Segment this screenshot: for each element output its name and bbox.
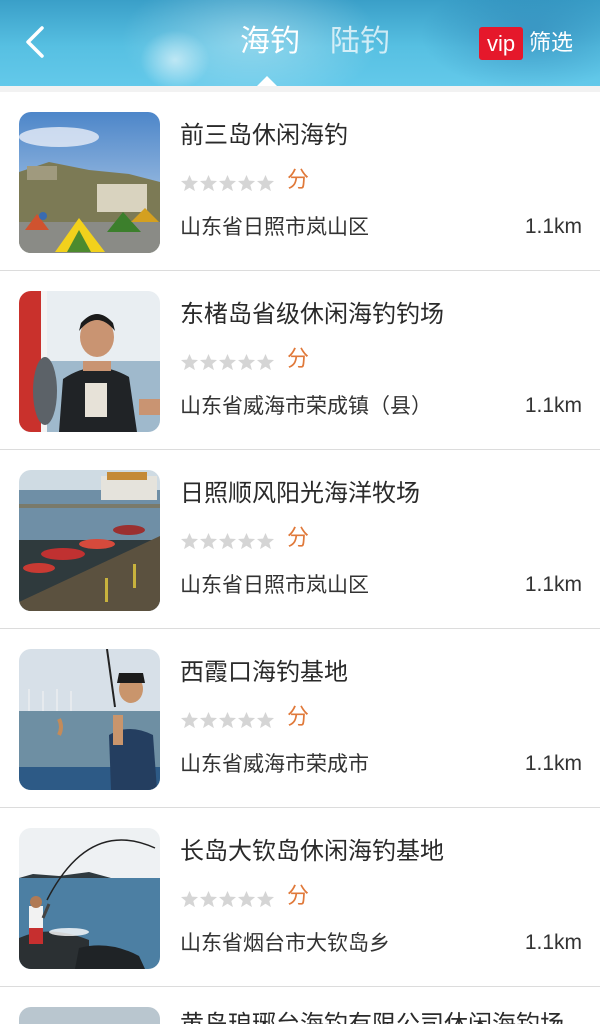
spot-address: 山东省日照市岚山区 — [180, 215, 369, 239]
filter-button[interactable]: 筛选 — [529, 27, 573, 60]
spot-distance: 1.1km — [524, 215, 582, 238]
star-icon — [218, 353, 237, 370]
star-icon — [180, 711, 199, 728]
spot-address: 山东省威海市荣成市 — [180, 752, 369, 776]
star-icon — [218, 711, 237, 728]
header-background-glow — [140, 30, 210, 86]
rating-stars — [180, 351, 275, 373]
star-icon — [199, 532, 218, 549]
list-item[interactable]: 前三岛休闲海钓 分 山东省日照市岚山区 1.1km — [0, 92, 600, 271]
score-label: 分 — [287, 347, 310, 372]
rating-stars — [180, 888, 275, 910]
star-icon — [218, 174, 237, 191]
fishing-spot-list[interactable]: 前三岛休闲海钓 分 山东省日照市岚山区 1.1km 东楮岛省级休闲海钓钓场 分 … — [0, 86, 600, 1024]
star-icon — [237, 890, 256, 907]
score-label: 分 — [287, 168, 310, 193]
spot-name: 长岛大钦岛休闲海钓基地 — [180, 837, 444, 865]
rating-stars — [180, 709, 275, 731]
spot-name: 东楮岛省级休闲海钓钓场 — [180, 300, 444, 328]
star-icon — [180, 174, 199, 191]
spot-address: 山东省烟台市大钦岛乡 — [180, 931, 390, 955]
star-icon — [180, 532, 199, 549]
star-icon — [237, 532, 256, 549]
spot-thumbnail — [19, 1007, 160, 1024]
star-icon — [256, 532, 275, 549]
spot-address: 山东省威海市荣成镇（县） — [180, 394, 432, 418]
tab-land-fishing[interactable]: 陆钓 — [330, 22, 390, 62]
spot-thumbnail — [19, 470, 160, 611]
list-item[interactable]: 黄岛琅琊台海钓有限公司休闲海钓场 — [0, 987, 600, 1024]
star-icon — [199, 890, 218, 907]
rating-stars — [180, 530, 275, 552]
back-button[interactable] — [14, 20, 58, 64]
tab-sea-fishing[interactable]: 海钓 — [240, 22, 300, 62]
spot-thumbnail — [19, 112, 160, 253]
star-icon — [199, 711, 218, 728]
star-icon — [237, 353, 256, 370]
star-icon — [256, 890, 275, 907]
list-item[interactable]: 东楮岛省级休闲海钓钓场 分 山东省威海市荣成镇（县） 1.1km — [0, 271, 600, 450]
spot-distance: 1.1km — [524, 931, 582, 954]
spot-address: 山东省日照市岚山区 — [180, 573, 369, 597]
spot-name: 黄岛琅琊台海钓有限公司休闲海钓场 — [180, 1010, 564, 1024]
vip-badge[interactable]: vip — [479, 27, 523, 60]
spot-thumbnail — [19, 291, 160, 432]
star-icon — [237, 711, 256, 728]
star-icon — [199, 174, 218, 191]
spot-distance: 1.1km — [524, 394, 582, 417]
star-icon — [180, 890, 199, 907]
list-item[interactable]: 日照顺风阳光海洋牧场 分 山东省日照市岚山区 1.1km — [0, 450, 600, 629]
star-icon — [256, 174, 275, 191]
score-label: 分 — [287, 884, 310, 909]
spot-name: 西霞口海钓基地 — [180, 658, 348, 686]
star-icon — [256, 353, 275, 370]
star-icon — [218, 890, 237, 907]
spot-name: 日照顺风阳光海洋牧场 — [180, 479, 420, 507]
spot-thumbnail — [19, 828, 160, 969]
list-item[interactable]: 西霞口海钓基地 分 山东省威海市荣成市 1.1km — [0, 629, 600, 808]
star-icon — [199, 353, 218, 370]
list-item[interactable]: 长岛大钦岛休闲海钓基地 分 山东省烟台市大钦岛乡 1.1km — [0, 808, 600, 987]
star-icon — [218, 532, 237, 549]
spot-name: 前三岛休闲海钓 — [180, 121, 348, 149]
spot-distance: 1.1km — [524, 752, 582, 775]
star-icon — [180, 353, 199, 370]
rating-stars — [180, 172, 275, 194]
star-icon — [256, 711, 275, 728]
score-label: 分 — [287, 526, 310, 551]
star-icon — [237, 174, 256, 191]
score-label: 分 — [287, 705, 310, 730]
top-bar: 海钓 陆钓 vip 筛选 — [0, 0, 600, 86]
spot-thumbnail — [19, 649, 160, 790]
chevron-left-icon — [26, 26, 44, 58]
active-tab-indicator — [257, 76, 277, 86]
spot-distance: 1.1km — [524, 573, 582, 596]
